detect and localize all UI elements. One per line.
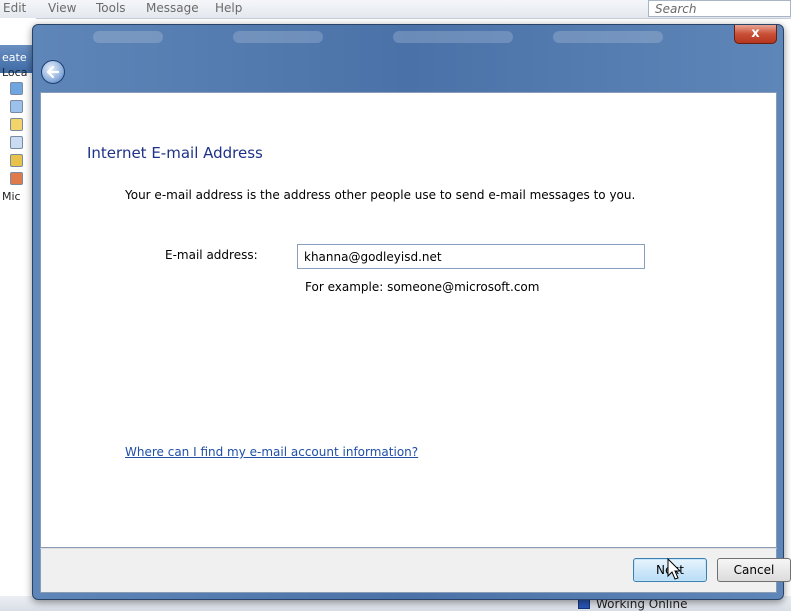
close-button[interactable]: x xyxy=(734,25,777,44)
account-info-link[interactable]: Where can I find my e-mail account infor… xyxy=(125,445,418,459)
email-setup-wizard-window: x Internet E-mail Address Your e-mail ad… xyxy=(32,24,791,600)
status-network-icon xyxy=(578,599,590,609)
page-title: Internet E-mail Address xyxy=(87,144,263,162)
wizard-content: Internet E-mail Address Your e-mail addr… xyxy=(40,92,777,548)
menu-view[interactable]: View xyxy=(48,1,76,15)
email-field[interactable] xyxy=(297,244,645,269)
folder-pane-label: Loca xyxy=(2,66,28,79)
background-title-fragment: eate xyxy=(2,51,27,64)
close-icon: x xyxy=(751,26,760,41)
folder-icon[interactable] xyxy=(10,118,23,131)
back-button[interactable] xyxy=(41,60,65,84)
menu-edit[interactable]: Edit xyxy=(3,1,26,15)
search-placeholder: Search xyxy=(655,2,697,16)
search-box[interactable]: Search xyxy=(648,0,791,17)
back-arrow-icon xyxy=(46,65,60,79)
description-text: Your e-mail address is the address other… xyxy=(125,188,636,202)
menu-tools[interactable]: Tools xyxy=(96,1,126,15)
folder-icon[interactable] xyxy=(10,82,23,95)
cancel-button[interactable]: Cancel xyxy=(717,558,791,582)
background-folder-pane: eate Loca Mic xyxy=(0,18,36,611)
background-menubar: Edit View Tools Message Help Search xyxy=(0,0,791,19)
titlebar-glass xyxy=(233,31,323,43)
titlebar-glass xyxy=(553,31,663,43)
mouse-pointer-icon xyxy=(667,558,682,580)
email-label: E-mail address: xyxy=(165,248,258,262)
menu-message[interactable]: Message xyxy=(146,1,199,15)
drafts-icon[interactable] xyxy=(10,154,23,167)
folder-icon[interactable] xyxy=(10,100,23,113)
junk-icon[interactable] xyxy=(10,172,23,185)
example-text: For example: someone@microsoft.com xyxy=(305,280,540,294)
menu-help[interactable]: Help xyxy=(215,1,242,15)
folder-pane-label: Mic xyxy=(2,190,21,203)
titlebar-glass xyxy=(93,31,163,43)
folder-icon[interactable] xyxy=(10,136,23,149)
titlebar-glass xyxy=(393,31,513,43)
